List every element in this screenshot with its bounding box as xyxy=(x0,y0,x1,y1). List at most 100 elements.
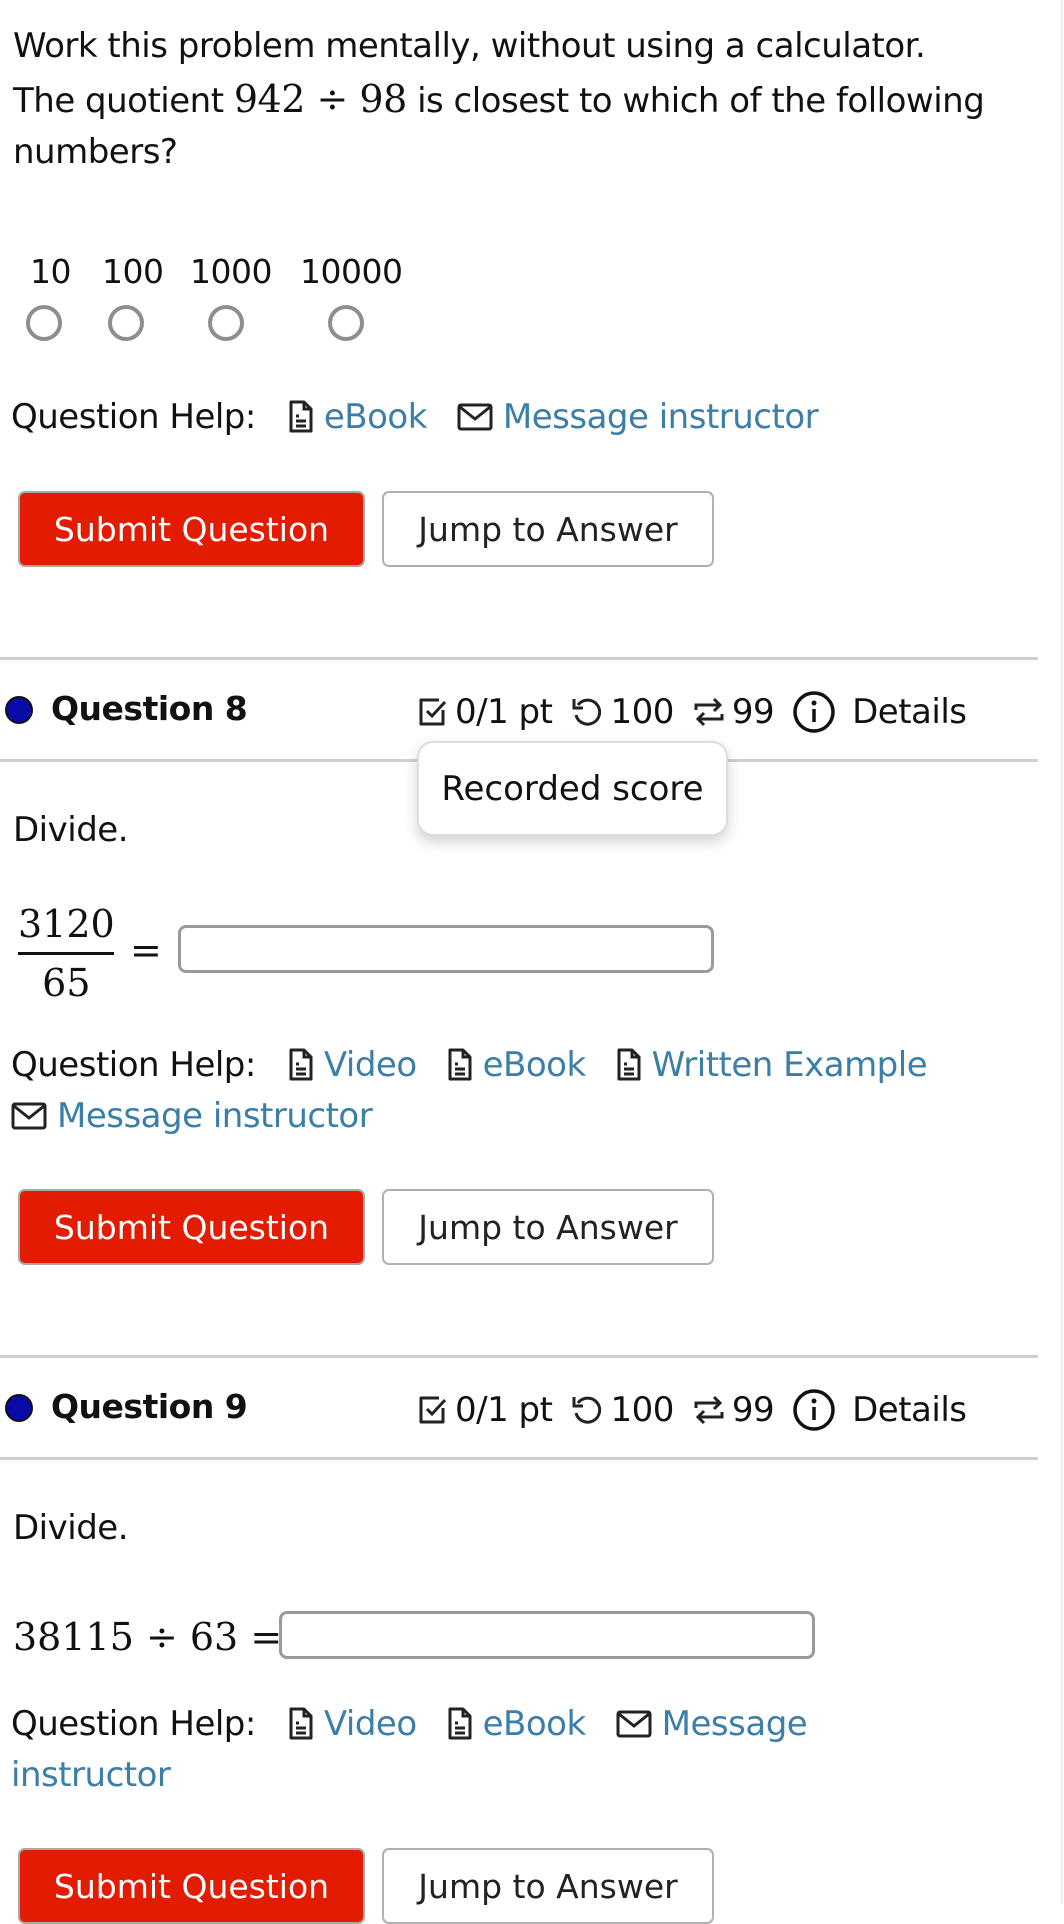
q7-option-label-3: 1000 xyxy=(190,252,272,291)
q8-details-button[interactable]: Details xyxy=(792,690,967,734)
q9-score-text: 0/1 pt xyxy=(455,1390,553,1430)
page-edge xyxy=(1061,0,1063,1904)
q7-option-label-2: 100 xyxy=(102,252,164,291)
q7-prompt-post: is closest to which of the following xyxy=(417,81,985,121)
q9-details-button[interactable]: Details xyxy=(792,1388,967,1432)
q9-video-label: Video xyxy=(323,1704,417,1744)
q8-attempts: 100 xyxy=(570,692,674,732)
q8-instruction: Divide. xyxy=(13,810,129,850)
q9-meta: 0/1 pt 100 99 Details xyxy=(417,1388,985,1432)
q7-prompt-pre: The quotient xyxy=(13,81,224,121)
q8-equals: = xyxy=(130,928,162,972)
q7-prompt-line1: Work this problem mentally, without usin… xyxy=(13,26,926,66)
q7-option-label-1: 10 xyxy=(30,252,72,291)
document-icon xyxy=(617,1048,641,1081)
q9-retries: 99 xyxy=(692,1390,775,1430)
document-icon xyxy=(289,400,313,433)
q9-status-dot xyxy=(5,1394,33,1422)
mail-icon xyxy=(11,1102,47,1130)
q8-attempts-text: 100 xyxy=(610,692,674,732)
document-icon xyxy=(289,1707,313,1740)
q8-help-label: Question Help: xyxy=(11,1045,256,1085)
q8-written-example-link[interactable]: Written Example xyxy=(616,1045,928,1085)
q8-ebook-label: eBook xyxy=(482,1045,587,1085)
q8-submit-button[interactable]: Submit Question xyxy=(18,1189,365,1265)
q9-submit-button[interactable]: Submit Question xyxy=(18,1848,365,1924)
q8-numerator: 3120 xyxy=(18,902,115,946)
info-icon xyxy=(793,691,835,733)
q8-retries-text: 99 xyxy=(731,692,775,732)
q8-meta: 0/1 pt 100 99 Details xyxy=(417,690,985,734)
divider xyxy=(0,1457,1038,1460)
recorded-score-tooltip: Recorded score xyxy=(417,741,728,836)
q9-help-label: Question Help: xyxy=(11,1704,256,1744)
q8-fraction: 3120 65 xyxy=(18,902,115,1005)
q8-ebook-link[interactable]: eBook xyxy=(447,1045,586,1085)
q8-question-help: Question Help: Video eBook Written Examp… xyxy=(11,1045,957,1085)
q8-denominator: 65 xyxy=(42,961,91,1005)
q9-title: Question 9 xyxy=(51,1387,248,1426)
q7-question-help: Question Help: eBook Message instructor xyxy=(11,397,848,437)
q8-details-label: Details xyxy=(852,692,967,732)
repeat-icon xyxy=(694,1395,724,1425)
q7-prompt-line2: The quotient 942 ÷ 98 is closest to whic… xyxy=(13,77,985,121)
document-icon xyxy=(289,1048,313,1081)
mail-icon xyxy=(616,1710,652,1738)
q8-score-text: 0/1 pt xyxy=(455,692,553,732)
q8-score[interactable]: 0/1 pt xyxy=(417,692,553,732)
q7-help-label: Question Help: xyxy=(11,397,256,437)
q8-retries: 99 xyxy=(692,692,775,732)
q9-ebook-link[interactable]: eBook xyxy=(447,1704,586,1744)
q7-message-link[interactable]: Message instructor xyxy=(457,397,819,437)
q8-jump-to-answer-button[interactable]: Jump to Answer xyxy=(382,1189,714,1265)
q9-jump-to-answer-button[interactable]: Jump to Answer xyxy=(382,1848,714,1924)
q9-ebook-label: eBook xyxy=(482,1704,587,1744)
q7-ebook-link[interactable]: eBook xyxy=(288,397,427,437)
q9-question-help: Question Help: Video eBook Message xyxy=(11,1704,837,1744)
repeat-icon xyxy=(694,697,724,727)
q7-prompt-line3: numbers? xyxy=(13,132,178,172)
q9-instruction: Divide. xyxy=(13,1508,129,1548)
q8-title: Question 8 xyxy=(51,689,248,728)
q8-answer-input[interactable] xyxy=(178,925,714,973)
q7-jump-to-answer-button[interactable]: Jump to Answer xyxy=(382,491,714,567)
q7-option-label-4: 10000 xyxy=(300,252,403,291)
q9-message-link-wrap[interactable]: instructor xyxy=(11,1755,171,1795)
checkbox-icon xyxy=(419,1396,447,1424)
q9-expression: 38115 ÷ 63 = xyxy=(13,1615,283,1659)
document-icon xyxy=(448,1048,472,1081)
q7-submit-button[interactable]: Submit Question xyxy=(18,491,365,567)
q9-message-link[interactable]: Message xyxy=(616,1704,808,1744)
q7-option-radio-2[interactable] xyxy=(108,305,144,341)
document-icon xyxy=(448,1707,472,1740)
info-icon xyxy=(793,1389,835,1431)
q7-option-radio-1[interactable] xyxy=(26,305,62,341)
mail-icon xyxy=(457,403,493,431)
q9-message-label: Message xyxy=(661,1704,808,1744)
q8-message-link[interactable]: Message instructor xyxy=(11,1096,373,1136)
q9-details-label: Details xyxy=(852,1390,967,1430)
undo-icon xyxy=(572,1396,602,1424)
q9-retries-text: 99 xyxy=(731,1390,775,1430)
q9-video-link[interactable]: Video xyxy=(288,1704,417,1744)
q8-written-example-label: Written Example xyxy=(651,1045,928,1085)
checkbox-icon xyxy=(419,698,447,726)
q8-question-help-wrap: Message instructor xyxy=(11,1096,402,1136)
q7-ebook-label: eBook xyxy=(323,397,428,437)
q7-option-radio-3[interactable] xyxy=(208,305,244,341)
q8-video-link[interactable]: Video xyxy=(288,1045,417,1085)
q9-score[interactable]: 0/1 pt xyxy=(417,1390,553,1430)
q8-video-label: Video xyxy=(323,1045,417,1085)
q9-attempts-text: 100 xyxy=(610,1390,674,1430)
divider xyxy=(0,657,1038,660)
q7-prompt-math: 942 ÷ 98 xyxy=(233,77,407,121)
q9-attempts: 100 xyxy=(570,1390,674,1430)
q8-status-dot xyxy=(5,696,33,724)
q7-option-radio-4[interactable] xyxy=(328,305,364,341)
undo-icon xyxy=(572,698,602,726)
q7-message-label: Message instructor xyxy=(502,397,819,437)
divider xyxy=(0,1355,1038,1358)
fraction-bar xyxy=(18,952,115,955)
q9-answer-input[interactable] xyxy=(279,1611,815,1659)
q8-message-label: Message instructor xyxy=(57,1096,373,1136)
